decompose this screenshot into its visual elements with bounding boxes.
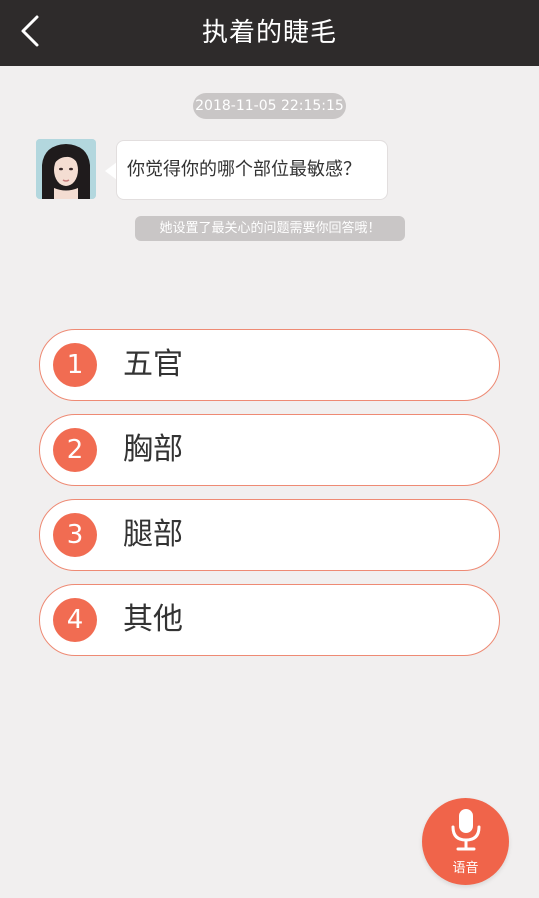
option-label: 其他 — [123, 602, 183, 637]
option-number: 2 — [53, 428, 97, 472]
option-4[interactable]: 4 其他 — [39, 584, 500, 656]
message-timestamp: 2018-11-05 22:15:15 — [193, 93, 346, 119]
page-title: 执着的睫毛 — [201, 18, 337, 48]
option-label: 胸部 — [123, 432, 183, 467]
avatar-image — [36, 139, 96, 199]
option-3[interactable]: 3 腿部 — [39, 499, 500, 571]
option-number: 1 — [53, 343, 97, 387]
option-1[interactable]: 1 五官 — [39, 329, 500, 401]
message-bubble: 你觉得你的哪个部位最敏感？ — [116, 140, 388, 200]
option-number: 4 — [53, 598, 97, 642]
voice-button[interactable]: 语音 — [422, 798, 509, 885]
option-2[interactable]: 2 胸部 — [39, 414, 500, 486]
top-bar: 执着的睫毛 — [0, 0, 539, 66]
avatar[interactable] — [36, 139, 96, 199]
microphone-icon — [451, 809, 481, 851]
option-label: 腿部 — [123, 517, 183, 552]
hint-pill: 她设置了最关心的问题需要你回答哦！ — [135, 216, 405, 241]
option-label: 五官 — [123, 347, 183, 382]
option-number: 3 — [53, 513, 97, 557]
voice-label: 语音 — [452, 861, 479, 876]
